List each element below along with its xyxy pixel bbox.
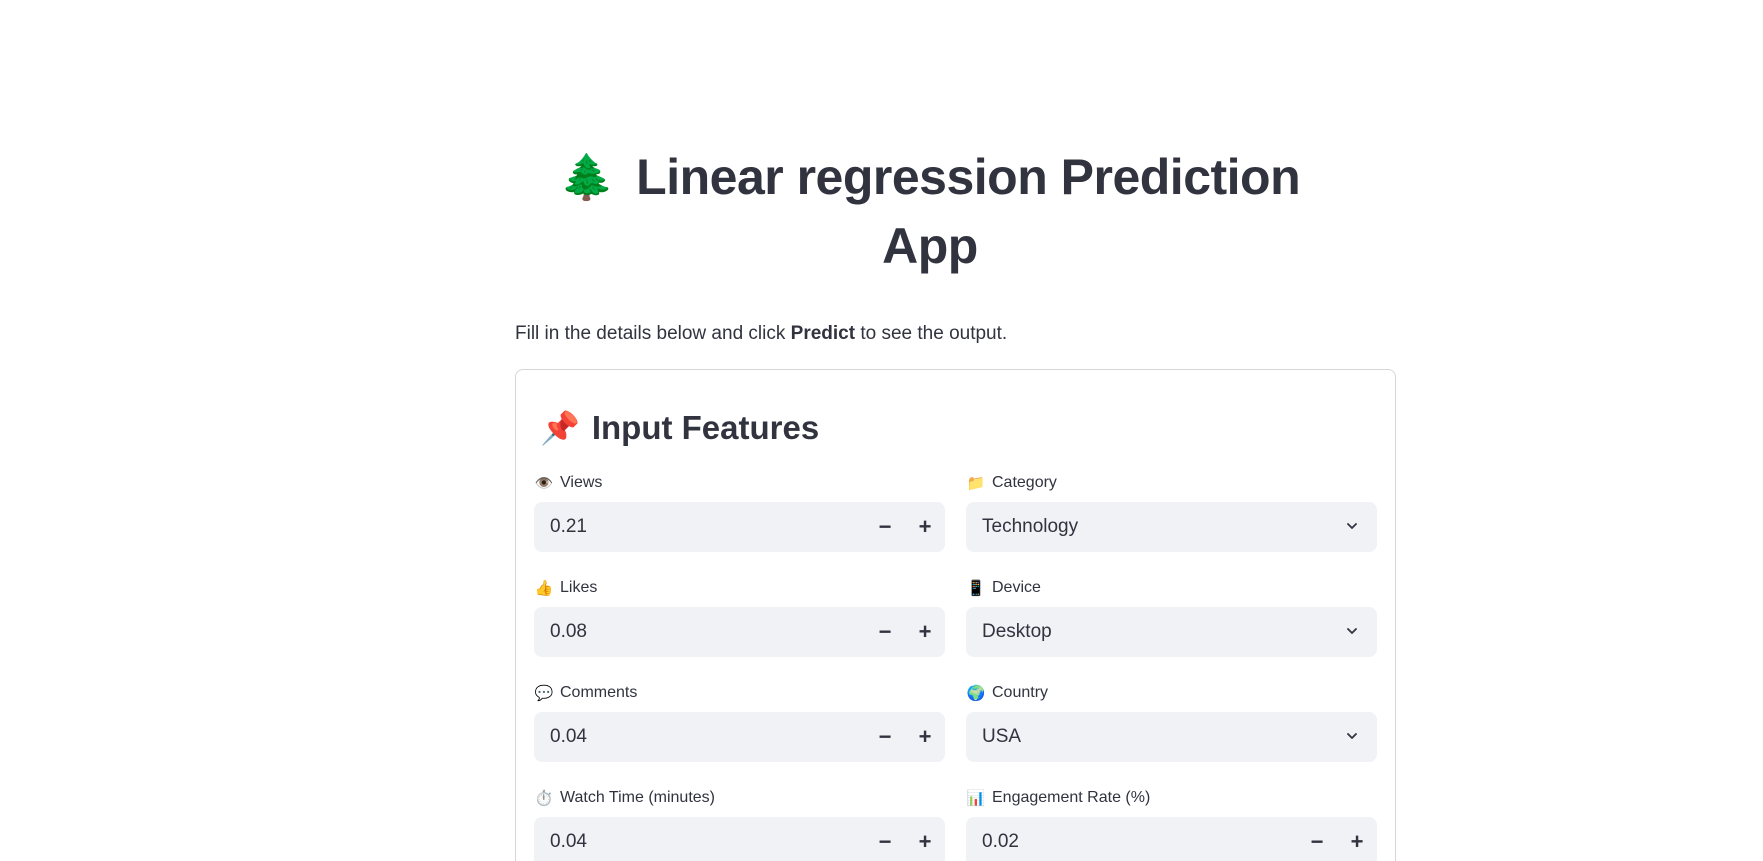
category-selected-value[interactable]: Technology: [982, 502, 1078, 552]
input-features-form: 📌 Input Features 👁️ Views 0.21 − + 📁 Cate…: [515, 369, 1396, 861]
likes-label: 👍 Likes: [534, 576, 945, 600]
intro-text: Fill in the details below and click Pred…: [515, 321, 1007, 347]
page-title-text: Linear regression Prediction App: [636, 149, 1301, 274]
watch-time-label: ⏱️ Watch Time (minutes): [534, 786, 945, 810]
eye-icon: 👁️: [534, 475, 554, 492]
country-label: 🌍 Country: [966, 681, 1377, 705]
comments-increment-button[interactable]: +: [907, 712, 943, 762]
bar-chart-icon: 📊: [966, 790, 986, 807]
views-increment-button[interactable]: +: [907, 502, 943, 552]
views-decrement-button[interactable]: −: [867, 502, 903, 552]
page-title: 🌲 Linear regression Prediction App: [515, 143, 1345, 280]
speech-bubble-icon: 💬: [534, 685, 554, 702]
chevron-down-icon[interactable]: [1347, 731, 1357, 741]
device-label-text: Device: [992, 579, 1041, 596]
tree-icon: 🌲: [559, 153, 615, 202]
engagement-rate-decrement-button[interactable]: −: [1299, 817, 1335, 861]
device-selected-value[interactable]: Desktop: [982, 607, 1052, 657]
engagement-rate-label: 📊 Engagement Rate (%): [966, 786, 1377, 810]
engagement-rate-field: 📊 Engagement Rate (%) 0.02 − +: [966, 786, 1377, 861]
comments-label-text: Comments: [560, 684, 638, 701]
watch-time-number-input[interactable]: 0.04 − +: [534, 817, 945, 861]
intro-suffix: to see the output.: [855, 323, 1008, 344]
comments-label: 💬 Comments: [534, 681, 945, 705]
thumbs-up-icon: 👍: [534, 580, 554, 597]
stopwatch-icon: ⏱️: [534, 790, 554, 807]
mobile-phone-icon: 📱: [966, 580, 986, 597]
engagement-rate-number-input[interactable]: 0.02 − +: [966, 817, 1377, 861]
form-title-text: Input Features: [591, 409, 820, 446]
device-field: 📱 Device Desktop: [966, 576, 1377, 657]
app-page: 🌲 Linear regression Prediction App Fill i…: [0, 0, 1763, 861]
comments-decrement-button[interactable]: −: [867, 712, 903, 762]
views-field: 👁️ Views 0.21 − +: [534, 471, 945, 552]
comments-field: 💬 Comments 0.04 − +: [534, 681, 945, 762]
intro-prefix: Fill in the details below and click: [515, 323, 791, 344]
comments-number-input[interactable]: 0.04 − +: [534, 712, 945, 762]
category-label-text: Category: [992, 474, 1057, 491]
comments-value[interactable]: 0.04: [550, 712, 587, 762]
likes-value[interactable]: 0.08: [550, 607, 587, 657]
device-label: 📱 Device: [966, 576, 1377, 600]
country-label-text: Country: [992, 684, 1049, 701]
chevron-down-icon[interactable]: [1347, 626, 1357, 636]
form-title: 📌 Input Features: [540, 406, 819, 450]
likes-increment-button[interactable]: +: [907, 607, 943, 657]
watch-time-increment-button[interactable]: +: [907, 817, 943, 861]
intro-bold: Predict: [790, 323, 856, 344]
likes-decrement-button[interactable]: −: [867, 607, 903, 657]
likes-label-text: Likes: [560, 579, 598, 596]
likes-field: 👍 Likes 0.08 − +: [534, 576, 945, 657]
watch-time-decrement-button[interactable]: −: [867, 817, 903, 861]
chevron-down-icon[interactable]: [1347, 521, 1357, 531]
device-select[interactable]: Desktop: [966, 607, 1377, 657]
likes-number-input[interactable]: 0.08 − +: [534, 607, 945, 657]
country-field: 🌍 Country USA: [966, 681, 1377, 762]
views-label: 👁️ Views: [534, 471, 945, 495]
pushpin-icon: 📌: [540, 410, 580, 446]
folder-icon: 📁: [966, 475, 986, 492]
views-value[interactable]: 0.21: [550, 502, 587, 552]
category-label: 📁 Category: [966, 471, 1377, 495]
globe-icon: 🌍: [966, 685, 986, 702]
views-number-input[interactable]: 0.21 − +: [534, 502, 945, 552]
category-select[interactable]: Technology: [966, 502, 1377, 552]
watch-time-field: ⏱️ Watch Time (minutes) 0.04 − +: [534, 786, 945, 861]
watch-time-label-text: Watch Time (minutes): [560, 789, 715, 806]
engagement-rate-label-text: Engagement Rate (%): [992, 789, 1151, 806]
engagement-rate-increment-button[interactable]: +: [1339, 817, 1375, 861]
country-select[interactable]: USA: [966, 712, 1377, 762]
engagement-rate-value[interactable]: 0.02: [982, 817, 1019, 861]
views-label-text: Views: [560, 474, 603, 491]
watch-time-value[interactable]: 0.04: [550, 817, 587, 861]
category-field: 📁 Category Technology: [966, 471, 1377, 552]
country-selected-value[interactable]: USA: [982, 712, 1021, 762]
